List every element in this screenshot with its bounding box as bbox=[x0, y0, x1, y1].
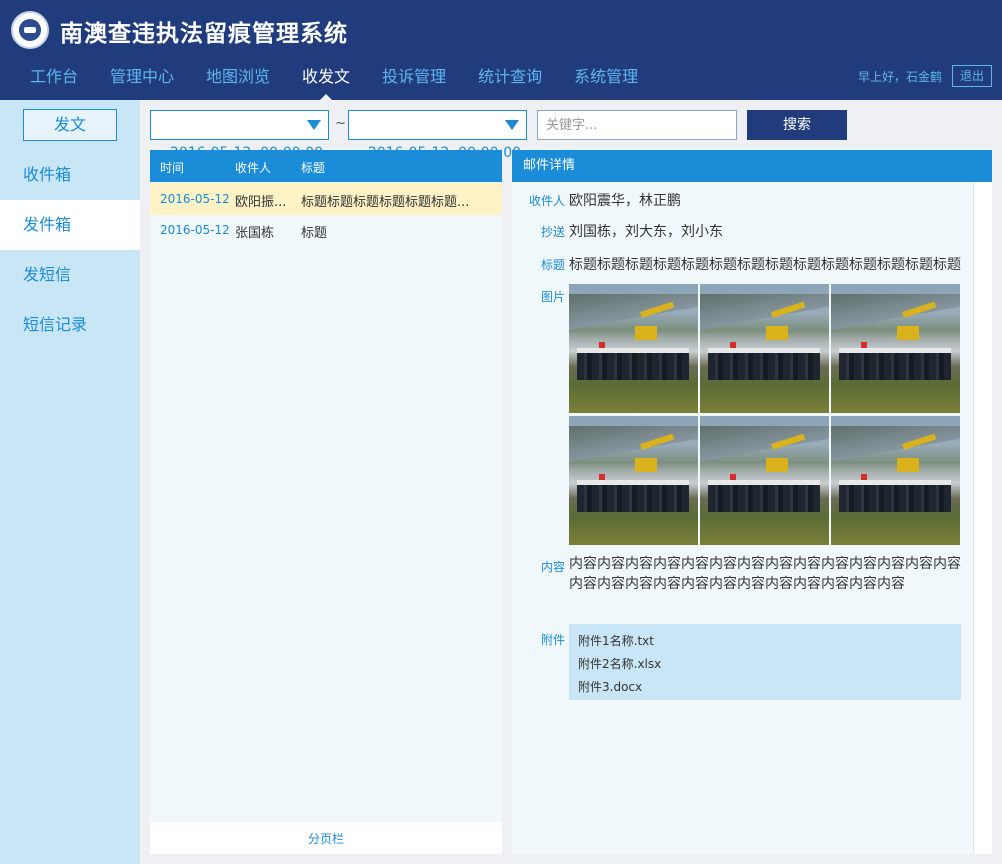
nav-item-management[interactable]: 管理中心 bbox=[94, 58, 190, 96]
label-content: 内容 bbox=[540, 560, 565, 574]
sidebar-item-send-sms[interactable]: 发短信 bbox=[0, 250, 140, 300]
photo-thumbnail[interactable] bbox=[700, 416, 829, 545]
cc-value: 刘国栋，刘大东，刘小东 bbox=[569, 224, 723, 240]
sidebar: 发文 收件箱 发件箱 发短信 短信记录 bbox=[0, 100, 140, 864]
row-date: 2016-05-12 bbox=[160, 223, 230, 237]
column-header-time[interactable]: 时间 bbox=[160, 159, 184, 176]
sidebar-item-inbox[interactable]: 收件箱 bbox=[0, 150, 140, 200]
subject-value: 标题标题标题标题标题标题标题标题标题标题标题标题标题标题 bbox=[569, 257, 961, 273]
nav-item-complaints[interactable]: 投诉管理 bbox=[366, 58, 462, 96]
row-recipient: 张国栋 bbox=[235, 226, 275, 241]
sidebar-item-sms-log[interactable]: 短信记录 bbox=[0, 300, 140, 350]
logo-emblem bbox=[11, 11, 49, 49]
attachment-link[interactable]: 附件2名称.xlsx bbox=[578, 653, 961, 676]
photo-thumbnail[interactable] bbox=[569, 284, 698, 413]
detail-scrollbar[interactable] bbox=[973, 182, 992, 854]
row-recipient: 欧阳振... bbox=[235, 195, 287, 210]
mail-detail-panel: 邮件详情 收件人 欧阳震华，林正鹏 抄送 刘国栋，刘大东，刘小东 标题 标题标题… bbox=[512, 150, 992, 854]
table-row[interactable]: 2016-05-12 张国栋 标题 bbox=[150, 214, 502, 246]
dropdown-arrow-icon bbox=[307, 120, 321, 130]
photo-thumbnail[interactable] bbox=[831, 284, 960, 413]
app-title: 南澳查违执法留痕管理系统 bbox=[60, 21, 348, 47]
content-value: 内容内容内容内容内容内容内容内容内容内容内容内容内容内容内容内容内容内容内容内容… bbox=[569, 556, 961, 592]
logout-button[interactable]: 退出 bbox=[952, 65, 992, 87]
date-to-select[interactable]: 2016-05-12 00:00:00 bbox=[348, 110, 527, 161]
row-date: 2016-05-12 bbox=[160, 192, 230, 206]
user-greeting: 早上好，石金鹤 bbox=[858, 70, 943, 84]
column-header-recipient[interactable]: 收件人 bbox=[235, 159, 271, 176]
sidebar-item-outbox[interactable]: 发件箱 bbox=[0, 200, 140, 250]
recipient-value: 欧阳震华，林正鹏 bbox=[569, 193, 681, 209]
attachment-link[interactable]: 附件3.docx bbox=[578, 676, 961, 699]
row-title: 标题标题标题标题标题标题... bbox=[301, 195, 470, 210]
label-attachments: 附件 bbox=[540, 633, 565, 647]
main-nav: 工作台 管理中心 地图浏览 收发文 投诉管理 统计查询 系统管理 bbox=[14, 58, 654, 100]
list-header: 时间 收件人 标题 bbox=[150, 150, 502, 182]
image-gallery bbox=[569, 284, 960, 545]
photo-thumbnail[interactable] bbox=[700, 284, 829, 413]
attachment-link[interactable]: 附件1名称.txt bbox=[578, 630, 961, 653]
nav-item-workbench[interactable]: 工作台 bbox=[14, 58, 94, 96]
app-header: 南澳查违执法留痕管理系统 工作台 管理中心 地图浏览 收发文 投诉管理 统计查询… bbox=[0, 0, 1002, 100]
label-recipient: 收件人 bbox=[528, 194, 565, 208]
photo-thumbnail[interactable] bbox=[569, 416, 698, 545]
date-range-separator: ~ bbox=[335, 116, 346, 131]
label-cc: 抄送 bbox=[540, 225, 565, 239]
pagination-bar[interactable]: 分页栏 bbox=[150, 822, 502, 854]
search-button[interactable]: 搜索 bbox=[747, 110, 847, 140]
date-from-select[interactable]: 2016-05-12 00:00:00 bbox=[150, 110, 329, 161]
nav-item-documents[interactable]: 收发文 bbox=[286, 58, 366, 100]
dropdown-arrow-icon bbox=[505, 120, 519, 130]
photo-thumbnail[interactable] bbox=[831, 416, 960, 545]
nav-item-map[interactable]: 地图浏览 bbox=[190, 58, 286, 96]
row-title: 标题 bbox=[301, 226, 328, 241]
label-subject: 标题 bbox=[540, 258, 565, 272]
compose-button[interactable]: 发文 bbox=[23, 109, 117, 141]
table-row[interactable]: 2016-05-12 欧阳振... 标题标题标题标题标题标题... bbox=[150, 183, 502, 215]
label-images: 图片 bbox=[540, 290, 565, 304]
detail-header: 邮件详情 bbox=[512, 150, 992, 182]
nav-item-statistics[interactable]: 统计查询 bbox=[462, 58, 558, 96]
column-header-title[interactable]: 标题 bbox=[301, 159, 325, 176]
keyword-input[interactable] bbox=[537, 110, 737, 140]
message-list-panel: 时间 收件人 标题 2016-05-12 欧阳振... 标题标题标题标题标题标题… bbox=[150, 150, 502, 854]
attachment-list: 附件1名称.txt 附件2名称.xlsx 附件3.docx bbox=[569, 624, 961, 700]
nav-item-system[interactable]: 系统管理 bbox=[558, 58, 654, 96]
